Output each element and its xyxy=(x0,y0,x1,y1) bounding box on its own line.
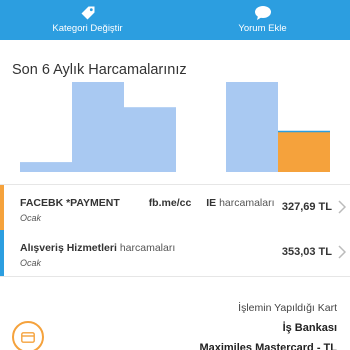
top-action-bar: Kategori Değiştir Yorum Ekle xyxy=(0,0,350,40)
credit-card-icon xyxy=(12,321,44,350)
chart-bar xyxy=(278,131,330,172)
category-stripe xyxy=(0,185,4,231)
transaction-row[interactable]: Alışveriş Hizmetleri harcamaları Ocak 35… xyxy=(0,230,350,276)
change-category-button[interactable]: Kategori Değiştir xyxy=(0,0,175,40)
chart-bar xyxy=(72,82,124,172)
transaction-amount: 353,03 TL xyxy=(281,246,332,258)
chart-bar xyxy=(124,107,176,172)
card-name: Maximiles Mastercard - TL xyxy=(199,342,337,350)
card-label: İşlemin Yapıldığı Kart xyxy=(238,302,337,314)
transaction-month: Ocak xyxy=(20,213,42,223)
spending-chart xyxy=(20,82,330,172)
merchant-tail-bold: IE xyxy=(206,197,217,209)
row-divider xyxy=(0,276,350,277)
change-category-label: Kategori Değiştir xyxy=(52,23,123,34)
chevron-right-icon xyxy=(338,245,347,264)
transaction-month: Ocak xyxy=(20,258,42,268)
chart-bar xyxy=(226,82,278,172)
merchant-mid: fb.me/cc xyxy=(148,197,192,209)
speech-bubble-icon xyxy=(254,4,272,21)
merchant-bold: FACEBK *PAYMENT xyxy=(20,197,120,209)
add-comment-label: Yorum Ekle xyxy=(238,23,287,34)
category-stripe xyxy=(0,230,4,276)
merchant-name: FACEBK *PAYMENT fb.me/cc IE harcamaları xyxy=(20,197,275,209)
transaction-row[interactable]: FACEBK *PAYMENT fb.me/cc IE harcamaları … xyxy=(0,185,350,231)
merchant-bold: Alışveriş Hizmetleri xyxy=(20,242,117,254)
merchant-tail: harcamaları xyxy=(119,242,176,254)
tag-icon xyxy=(80,4,96,21)
add-comment-button[interactable]: Yorum Ekle xyxy=(175,0,350,40)
merchant-tail: harcamaları xyxy=(219,197,275,209)
bank-name: İş Bankası xyxy=(282,322,337,334)
merchant-name: Alışveriş Hizmetleri harcamaları xyxy=(20,242,175,254)
chevron-right-icon xyxy=(338,200,347,219)
chart-bar xyxy=(20,162,72,172)
section-title: Son 6 Aylık Harcamalarınız xyxy=(12,62,187,78)
transaction-amount: 327,69 TL xyxy=(281,201,332,213)
